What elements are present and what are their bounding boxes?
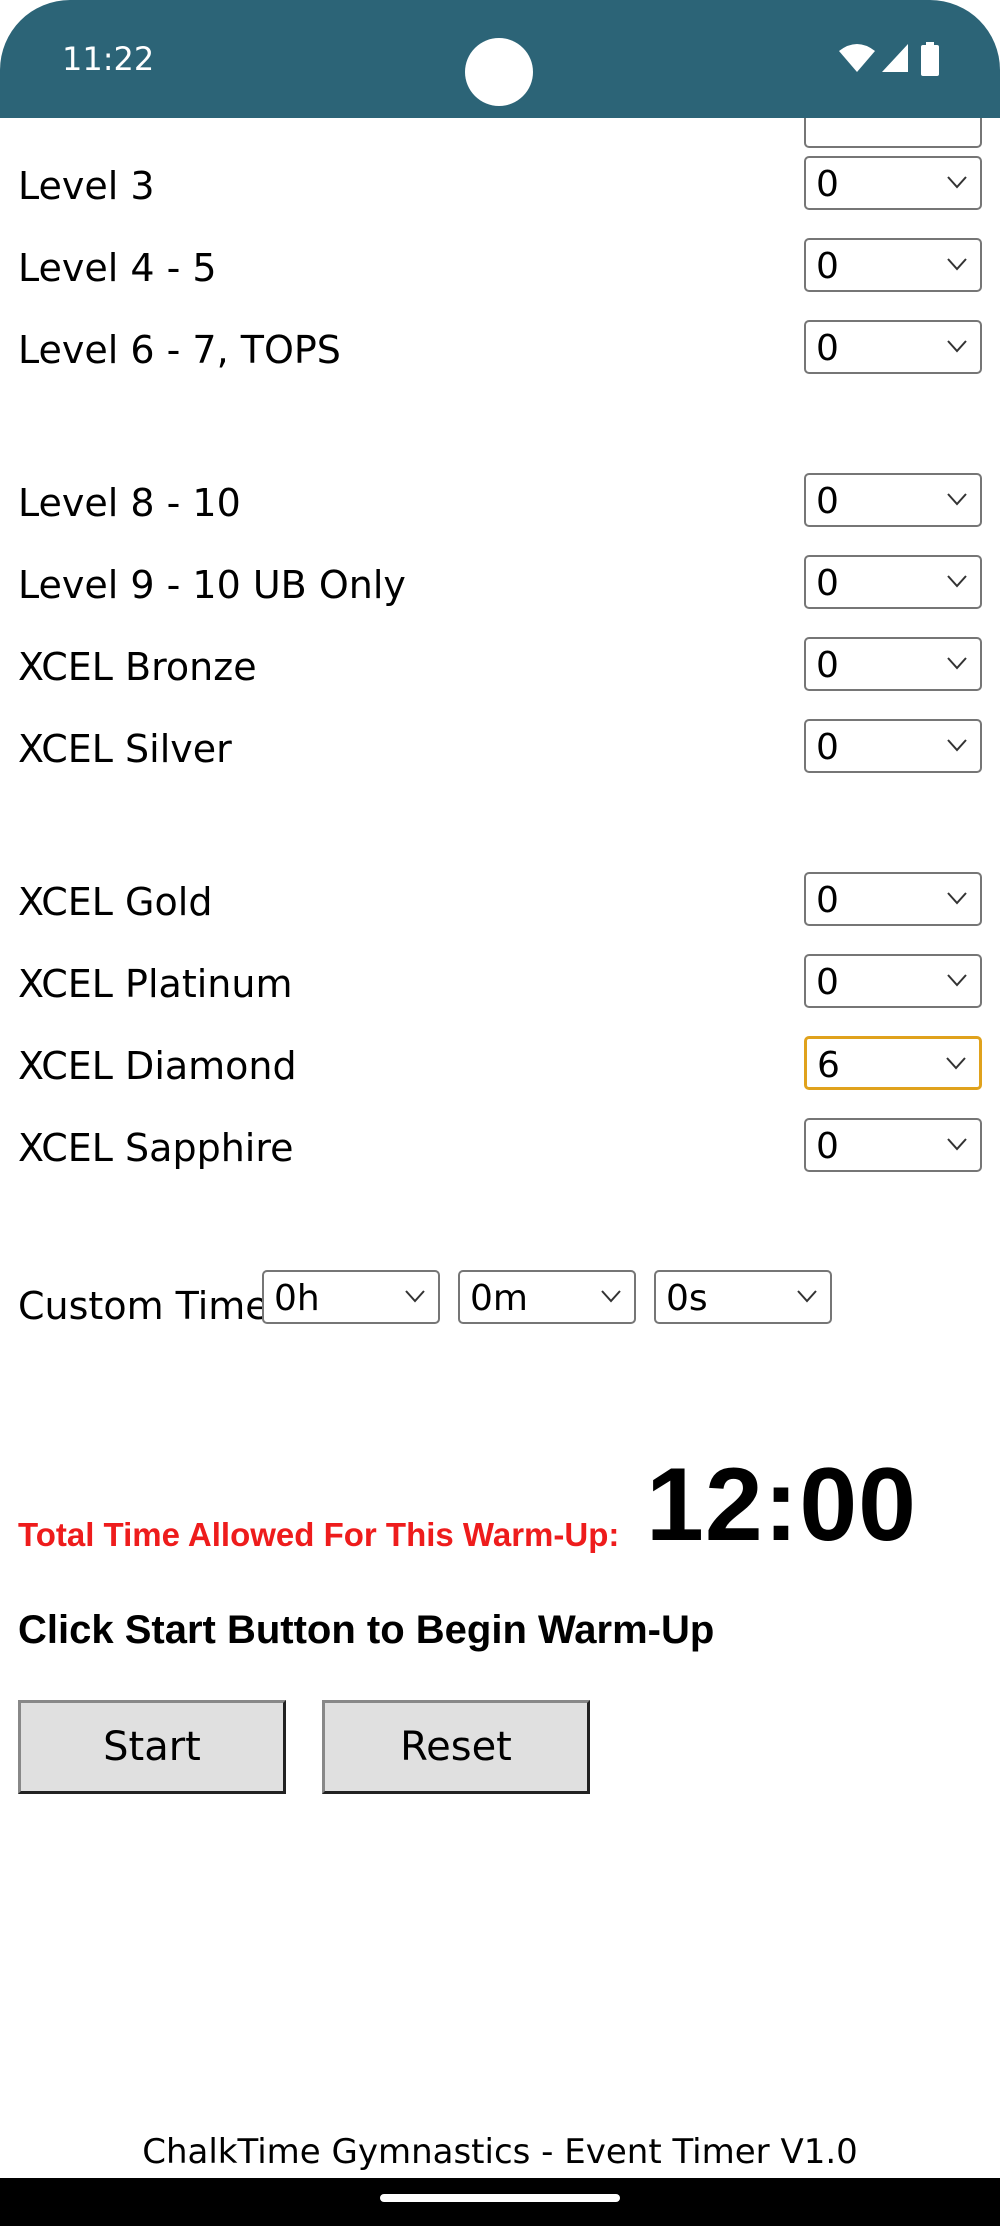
select-value: 0	[816, 962, 839, 1003]
level-label: Level 4 - 5	[18, 246, 217, 290]
level-label: Level 8 - 10	[18, 481, 241, 525]
chevron-down-icon	[947, 340, 967, 353]
custom-time-label: Custom Time:	[18, 1284, 282, 1328]
level-label: XCEL Platinum	[18, 962, 293, 1006]
select-value: 0	[816, 246, 839, 287]
seconds-select[interactable]: 0s	[654, 1270, 832, 1324]
level-select[interactable]: 0	[804, 555, 982, 609]
chevron-down-icon	[947, 1138, 967, 1151]
camera-cutout	[465, 38, 533, 106]
chevron-down-icon	[797, 1290, 817, 1303]
total-time-row: Total Time Allowed For This Warm-Up: 12:…	[18, 1446, 980, 1576]
minutes-select[interactable]: 0m	[458, 1270, 636, 1324]
chevron-down-icon	[405, 1290, 425, 1303]
select-value: 0	[816, 727, 839, 768]
level-row: Level 3 0	[18, 156, 982, 212]
reset-button[interactable]: Reset	[322, 1700, 590, 1794]
level-row: XCEL Diamond 6	[18, 1036, 982, 1092]
footer-text: ChalkTime Gymnastics - Event Timer V1.0	[142, 2132, 858, 2172]
level-select[interactable]: 0	[804, 156, 982, 210]
select-value: 0	[816, 164, 839, 205]
chevron-down-icon	[947, 493, 967, 506]
level-label: XCEL Sapphire	[18, 1126, 294, 1170]
instruction-text: Click Start Button to Begin Warm-Up	[18, 1608, 715, 1652]
level-label: XCEL Bronze	[18, 645, 257, 689]
level-row: Level 4 - 5 0	[18, 238, 982, 294]
chevron-down-icon	[947, 176, 967, 189]
signal-icon	[882, 44, 908, 72]
level-label: Level 6 - 7, TOPS	[18, 328, 341, 372]
level-row: Level 9 - 10 UB Only 0	[18, 555, 982, 611]
partial-select-above[interactable]	[804, 118, 982, 148]
select-value: 0	[816, 481, 839, 522]
level-row: XCEL Sapphire 0	[18, 1118, 982, 1174]
chevron-down-icon	[947, 258, 967, 271]
select-value: 0s	[666, 1278, 708, 1319]
chevron-down-icon	[601, 1290, 621, 1303]
chevron-down-icon	[947, 739, 967, 752]
level-label: Level 9 - 10 UB Only	[18, 563, 406, 607]
level-select[interactable]: 0	[804, 320, 982, 374]
level-select[interactable]: 0	[804, 719, 982, 773]
select-value: 6	[817, 1045, 840, 1086]
level-row: XCEL Gold 0	[18, 872, 982, 928]
level-select[interactable]: 0	[804, 238, 982, 292]
level-select[interactable]: 0	[804, 1118, 982, 1172]
level-select-focused[interactable]: 6	[804, 1036, 982, 1090]
chevron-down-icon	[947, 892, 967, 905]
level-select[interactable]: 0	[804, 872, 982, 926]
select-value: 0	[816, 1126, 839, 1167]
select-value: 0	[816, 880, 839, 921]
wifi-icon	[839, 44, 875, 72]
level-label: XCEL Diamond	[18, 1044, 297, 1088]
level-label: Level 3	[18, 164, 155, 208]
total-time-value: 12:00	[646, 1447, 917, 1563]
level-select[interactable]: 0	[804, 637, 982, 691]
custom-time-row: Custom Time: 0h 0m 0s	[18, 1270, 980, 1328]
select-value: 0h	[274, 1278, 320, 1319]
level-row: XCEL Platinum 0	[18, 954, 982, 1010]
select-value: 0	[816, 563, 839, 604]
level-select[interactable]: 0	[804, 954, 982, 1008]
hours-select[interactable]: 0h	[262, 1270, 440, 1324]
status-bar: 11:22	[0, 0, 1000, 118]
total-time-label: Total Time Allowed For This Warm-Up:	[18, 1516, 620, 1553]
home-handle[interactable]	[380, 2194, 620, 2202]
content-area[interactable]: Level 3 0 Level 4 - 5 0 Level 6 - 7, TOP…	[0, 118, 1000, 2178]
chevron-down-icon	[947, 575, 967, 588]
level-row: XCEL Bronze 0	[18, 637, 982, 693]
select-value: 0	[816, 645, 839, 686]
level-row: Level 6 - 7, TOPS 0	[18, 320, 982, 376]
chevron-down-icon	[946, 1057, 966, 1070]
start-button[interactable]: Start	[18, 1700, 286, 1794]
level-label: XCEL Gold	[18, 880, 213, 924]
battery-icon	[921, 42, 939, 76]
chevron-down-icon	[947, 974, 967, 987]
select-value: 0	[816, 328, 839, 369]
chevron-down-icon	[947, 657, 967, 670]
level-row: XCEL Silver 0	[18, 719, 982, 775]
level-select[interactable]: 0	[804, 473, 982, 527]
navigation-bar	[0, 2178, 1000, 2226]
level-row: Level 8 - 10 0	[18, 473, 982, 529]
status-time: 11:22	[62, 40, 155, 78]
select-value: 0m	[470, 1278, 528, 1319]
level-label: XCEL Silver	[18, 727, 232, 771]
